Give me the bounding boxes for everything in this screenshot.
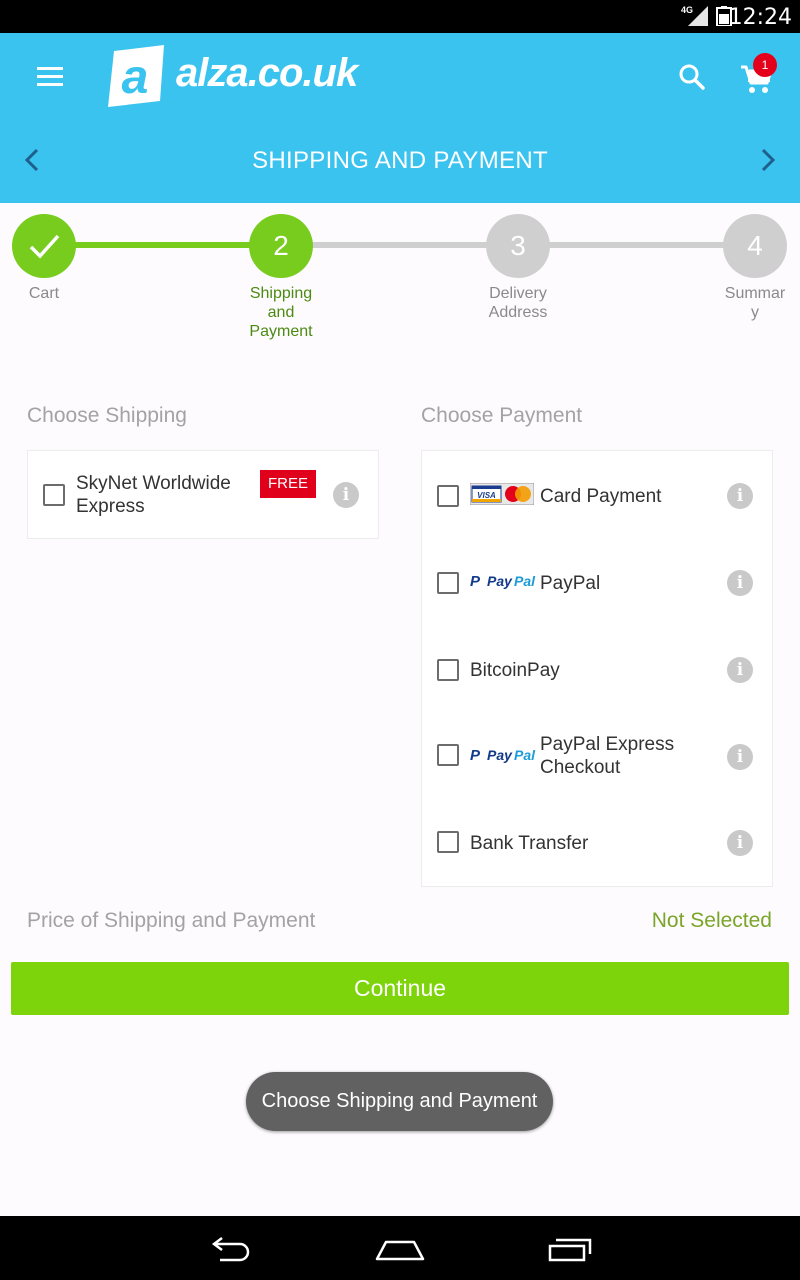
home-icon[interactable] (374, 1234, 426, 1264)
continue-button[interactable]: Continue (11, 962, 789, 1015)
info-icon[interactable]: i (727, 657, 753, 683)
payment-option-label: BitcoinPay (470, 660, 560, 681)
price-value: Not Selected (651, 909, 772, 932)
paypal-icon: P Pay Pal (470, 573, 536, 590)
info-icon[interactable]: i (727, 570, 753, 596)
svg-text:Pal: Pal (514, 573, 536, 589)
check-icon (29, 234, 60, 259)
payment-option-paypal-express[interactable]: P Pay Pal PayPal Express Checkout i (422, 712, 772, 799)
step-2-label: Shipping and Payment (249, 285, 313, 340)
payment-option-paypal[interactable]: P Pay Pal PayPal i (422, 538, 772, 625)
previous-step-button[interactable] (20, 145, 44, 175)
payment-option-bank-transfer[interactable]: Bank Transfer i (422, 799, 772, 886)
step-2-circle: 2 (249, 214, 313, 278)
step-3-number: 3 (510, 230, 526, 261)
info-icon[interactable]: i (727, 483, 753, 509)
payment-option-label: PayPal Express Checkout (540, 734, 675, 778)
payment-checkbox[interactable] (437, 659, 459, 681)
search-icon (679, 64, 705, 90)
shipping-checkbox[interactable] (43, 484, 65, 506)
payment-option-label: Bank Transfer (470, 833, 589, 854)
clock: 12:24 (728, 5, 792, 30)
app-header: a alza.co.uk 1 SHIPPING AND PAYMENT (0, 33, 800, 203)
svg-text:P: P (470, 747, 481, 764)
payment-checkbox[interactable] (437, 485, 459, 507)
alza-logo-icon: a (108, 45, 164, 107)
info-icon[interactable]: i (727, 744, 753, 770)
free-badge: FREE (260, 470, 317, 498)
payment-option-label: PayPal (540, 573, 601, 594)
step-2-number: 2 (273, 230, 289, 261)
step-3-circle: 3 (486, 214, 550, 278)
shipping-section-title: Choose Shipping (27, 404, 187, 427)
svg-text:Pay: Pay (487, 573, 513, 589)
payment-checkbox[interactable] (437, 744, 459, 766)
shipping-option-label: SkyNet Worldwide Express (76, 473, 231, 517)
shipping-options-card: SkyNet Worldwide Express FREE i (27, 450, 379, 539)
visa-mastercard-icon: VISA (470, 483, 534, 505)
step-3-label: Delivery Address (488, 285, 548, 321)
payment-option-card[interactable]: VISA Card Payment i (422, 451, 772, 538)
svg-text:P: P (470, 573, 481, 590)
payment-checkbox[interactable] (437, 831, 459, 853)
brand-logo[interactable]: a alza.co.uk (108, 45, 368, 109)
cart-count-badge: 1 (753, 53, 777, 77)
step-1-label: Cart (28, 285, 60, 302)
step-4-label: Summar y (724, 285, 786, 321)
search-button[interactable] (674, 59, 710, 95)
info-icon[interactable]: i (727, 830, 753, 856)
step-4-number: 4 (747, 230, 763, 261)
price-label: Price of Shipping and Payment (27, 909, 316, 932)
payment-option-bitcoinpay[interactable]: BitcoinPay i (422, 625, 772, 712)
svg-text:Pay: Pay (487, 747, 513, 763)
payment-option-label: Card Payment (540, 486, 662, 507)
status-bar: 4G 12:24 (0, 0, 800, 33)
step-connector-done (44, 242, 281, 248)
system-nav-bar (0, 1216, 800, 1280)
payment-options-card: VISA Card Payment i P Pay Pal PayPal i B… (421, 450, 773, 887)
signal-icon (688, 6, 708, 26)
recent-apps-icon[interactable] (546, 1234, 594, 1264)
brand-name: alza.co.uk (176, 51, 358, 95)
payment-section-title: Choose Payment (421, 404, 583, 427)
menu-button[interactable] (28, 57, 72, 97)
svg-text:Pal: Pal (514, 747, 536, 763)
page-title: SHIPPING AND PAYMENT (252, 147, 548, 174)
toast-message: Choose Shipping and Payment (246, 1072, 553, 1131)
svg-text:VISA: VISA (477, 491, 496, 500)
step-4-circle: 4 (723, 214, 787, 278)
step-1-circle[interactable] (12, 214, 76, 278)
next-step-button[interactable] (756, 145, 780, 175)
shipping-option-skynet[interactable]: SkyNet Worldwide Express FREE i (28, 451, 378, 538)
info-icon[interactable]: i (333, 482, 359, 508)
payment-checkbox[interactable] (437, 572, 459, 594)
back-icon[interactable] (206, 1234, 254, 1264)
paypal-icon: P Pay Pal (470, 747, 536, 764)
svg-text:a: a (122, 51, 149, 104)
